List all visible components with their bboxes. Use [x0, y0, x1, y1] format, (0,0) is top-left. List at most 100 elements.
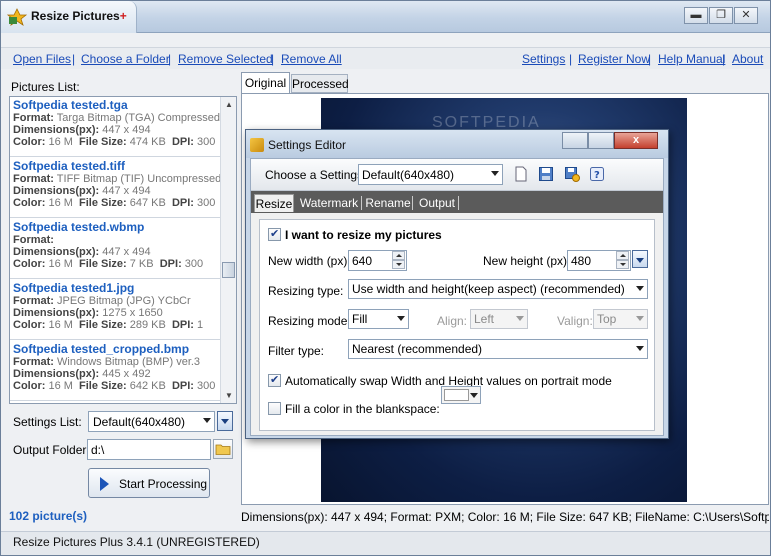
- image-details: Dimensions(px): 447 x 494; Format: PXM; …: [241, 510, 769, 524]
- browse-folder-button[interactable]: [213, 439, 233, 459]
- tab-processed[interactable]: Processed: [291, 74, 349, 93]
- dialog-maximize-button[interactable]: [588, 132, 614, 149]
- filter-type-label: Filter type:: [268, 344, 325, 358]
- menu-about[interactable]: About: [732, 52, 763, 66]
- spin-down-icon[interactable]: [616, 260, 629, 269]
- settings-list-value: Default(640x480): [93, 415, 186, 429]
- filter-type-select[interactable]: Nearest (recommended): [348, 339, 648, 359]
- picture-name: Softpedia tested1.jpg: [13, 281, 135, 295]
- maximize-button[interactable]: ❐: [709, 7, 733, 24]
- tab-separator: [361, 196, 362, 210]
- tab-rename[interactable]: Rename: [364, 194, 412, 212]
- spin-down-icon[interactable]: [392, 260, 405, 269]
- swap-dimensions-checkbox[interactable]: [268, 373, 281, 387]
- new-height-value: 480: [571, 254, 592, 268]
- start-processing-button[interactable]: Start Processing: [88, 468, 210, 498]
- menu-help-manual[interactable]: Help Manual: [658, 52, 725, 66]
- tab-original[interactable]: Original: [241, 72, 290, 93]
- new-width-value: 640: [352, 254, 373, 268]
- dialog-toolbar: Choose a Settings: Default(640x480) ?: [251, 159, 663, 191]
- output-folder-input[interactable]: d:\: [87, 439, 211, 460]
- menu-settings[interactable]: Settings: [522, 52, 565, 66]
- scroll-down-arrow-icon[interactable]: ▼: [222, 388, 236, 403]
- color-swatch: [444, 389, 469, 401]
- dialog-close-button[interactable]: x: [614, 132, 658, 149]
- list-item[interactable]: Softpedia tested_cropped.bmp Format: Wind…: [10, 341, 220, 401]
- dialog-title-bar[interactable]: Settings Editor x: [246, 130, 668, 158]
- scroll-up-arrow-icon[interactable]: ▲: [222, 97, 236, 112]
- chevron-down-icon: [470, 393, 478, 398]
- list-item[interactable]: Softpedia tested1.jpg Format: JPEG Bitmap…: [10, 280, 220, 340]
- fill-color-checkbox[interactable]: [268, 402, 281, 415]
- settings-list-select[interactable]: Default(640x480): [88, 411, 215, 432]
- spin-up-icon[interactable]: [616, 251, 629, 260]
- resize-checkbox[interactable]: [268, 227, 281, 241]
- picture-dimensions: Dimensions(px): 447 x 494: [13, 246, 151, 258]
- close-button[interactable]: ✕: [734, 7, 758, 24]
- size-preset-menu-button[interactable]: [632, 250, 648, 268]
- list-item[interactable]: Softpedia tested.wbmp Format: Dimensions(…: [10, 219, 220, 279]
- valign-select[interactable]: Top: [593, 309, 648, 329]
- list-item[interactable]: Softpedia tested.tga Format: Targa Bitmap…: [10, 97, 220, 157]
- menu-remove-selected[interactable]: Remove Selected: [178, 52, 273, 66]
- new-height-input[interactable]: 480: [567, 250, 631, 271]
- tab-separator: [412, 196, 413, 210]
- spin-up-icon[interactable]: [392, 251, 405, 260]
- chevron-down-icon: [636, 316, 644, 321]
- menu-open-files[interactable]: Open Files: [13, 52, 71, 66]
- align-label: Align:: [437, 314, 468, 328]
- menu-separator: |: [569, 52, 573, 66]
- chevron-down-icon: [516, 316, 524, 321]
- filter-type-value: Nearest (recommended): [352, 342, 483, 356]
- picture-dimensions: Dimensions(px): 445 x 492: [13, 368, 151, 380]
- list-scrollbar[interactable]: ▲ ▼: [220, 97, 236, 403]
- new-file-icon[interactable]: [513, 166, 529, 182]
- save-icon[interactable]: [538, 166, 554, 182]
- align-value: Left: [474, 312, 495, 326]
- settings-editor-dialog: Settings Editor x Choose a Settings: Def…: [245, 129, 669, 439]
- align-select[interactable]: Left: [470, 309, 528, 329]
- resize-checkbox-label: I want to resize my pictures: [285, 228, 442, 242]
- close-icon: x: [632, 134, 640, 146]
- resizing-mode-select[interactable]: Fill: [348, 309, 409, 329]
- choose-settings-label: Choose a Settings:: [265, 168, 367, 182]
- list-item[interactable]: Softpedia tested.tiff Format: TIFF Bitmap…: [10, 158, 221, 218]
- menu-choose-folder[interactable]: Choose a Folder: [81, 52, 170, 66]
- resizing-type-select[interactable]: Use width and height(keep aspect) (recom…: [348, 279, 648, 299]
- main-window: Resize Pictures+ ▬ ❐ ✕ Open Files | Choo…: [0, 0, 771, 556]
- svg-text:?: ?: [594, 170, 600, 181]
- tab-resize[interactable]: Resize: [254, 194, 294, 212]
- picture-meta: Color: 16 M File Size: 647 KB DPI: 300: [13, 197, 216, 209]
- dialog-minimize-button[interactable]: [562, 132, 588, 149]
- title-bar[interactable]: Resize Pictures+ ▬ ❐ ✕: [1, 1, 770, 33]
- tab-watermark[interactable]: Watermark: [298, 194, 360, 212]
- settings-list-menu-button[interactable]: [217, 411, 233, 431]
- scroll-thumb[interactable]: [222, 262, 235, 278]
- fill-color-picker[interactable]: [441, 386, 481, 404]
- resizing-type-label: Resizing type:: [268, 284, 344, 298]
- picture-name: Softpedia tested.tiff: [13, 159, 126, 173]
- help-icon[interactable]: ?: [589, 166, 605, 182]
- picture-name: Softpedia tested.tga: [13, 98, 128, 112]
- choose-settings-select[interactable]: Default(640x480): [358, 164, 503, 185]
- new-width-input[interactable]: 640: [348, 250, 407, 271]
- save-as-icon[interactable]: [564, 166, 580, 182]
- minimize-button[interactable]: ▬: [684, 7, 708, 24]
- picture-meta: Color: 16 M File Size: 474 KB DPI: 300: [13, 136, 216, 148]
- picture-meta: Color: 16 M File Size: 289 KB DPI: 1: [13, 319, 204, 331]
- resizing-type-value: Use width and height(keep aspect) (recom…: [352, 282, 625, 296]
- app-title: Resize Pictures+: [31, 9, 127, 23]
- chevron-down-icon: [636, 346, 644, 351]
- settings-list-label: Settings List:: [13, 415, 82, 429]
- folder-icon: [215, 444, 231, 455]
- output-folder-label: Output Folder:: [13, 443, 90, 457]
- pictures-list[interactable]: Softpedia tested.tga Format: Targa Bitmap…: [9, 96, 237, 404]
- menu-separator: |: [722, 52, 726, 66]
- picture-dimensions: Dimensions(px): 447 x 494: [13, 185, 151, 197]
- pictures-list-label: Pictures List:: [11, 80, 80, 94]
- menu-register-now[interactable]: Register Now: [578, 52, 650, 66]
- tab-output[interactable]: Output: [415, 194, 459, 212]
- dialog-body: Choose a Settings: Default(640x480) ? Re…: [250, 158, 664, 436]
- menu-remove-all[interactable]: Remove All: [281, 52, 342, 66]
- picture-dimensions: Dimensions(px): 1275 x 1650: [13, 307, 163, 319]
